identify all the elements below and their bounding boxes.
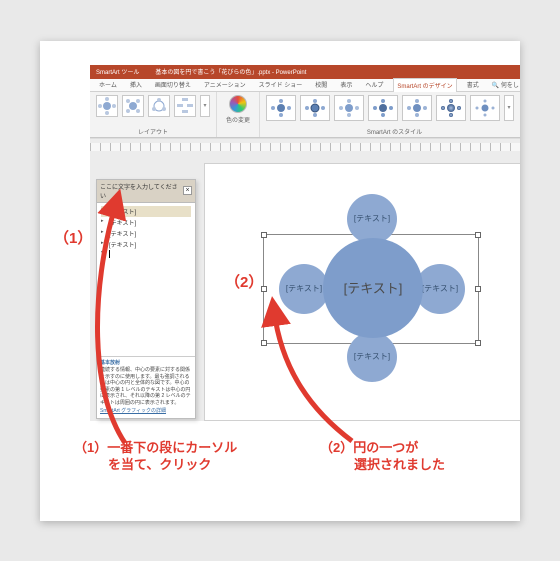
layout-more[interactable]: ▾ bbox=[200, 95, 210, 117]
text-pane-footer-body: 連続する情報、中心の要素に対する関係を示すのに使用します。最も強調されるのは中心… bbox=[100, 367, 192, 406]
color-wheel-icon bbox=[229, 95, 247, 113]
tab-review[interactable]: 校閲 bbox=[312, 78, 330, 91]
style-option[interactable] bbox=[470, 95, 500, 121]
group-styles: ▾ SmartArt のスタイル bbox=[260, 92, 520, 137]
ribbon: ▾ レイアウト 色の変更 ▾ SmartArt のスタイル bbox=[90, 92, 520, 138]
annotation-text-2-line1: （2）円の一つが bbox=[320, 440, 418, 455]
annotation-number-1: （1） bbox=[54, 227, 92, 248]
annotation-text-1: （1）一番下の段にカーソル を当て、クリック bbox=[74, 439, 237, 474]
annotation-text-1-line2: を当て、クリック bbox=[74, 456, 211, 474]
layout-option-2[interactable] bbox=[122, 95, 144, 117]
tab-view[interactable]: 表示 bbox=[337, 78, 355, 91]
smartart-node-center[interactable]: [テキスト] bbox=[323, 238, 423, 338]
ruler bbox=[90, 143, 520, 151]
text-pane-close[interactable]: × bbox=[183, 186, 192, 195]
style-option[interactable] bbox=[334, 95, 364, 121]
layout-group-label: レイアウト bbox=[96, 127, 210, 136]
tab-tellme[interactable]: 🔍 何をしますか bbox=[489, 78, 520, 91]
text-pane-header: ここに文字を入力してください × bbox=[97, 180, 195, 203]
title-bar: SmartArt ツール 基本の図を円で書こう「花びらの色」.pptx - Po… bbox=[90, 65, 520, 79]
smartart-node-left[interactable]: [テキスト] bbox=[279, 264, 329, 314]
style-option[interactable] bbox=[368, 95, 398, 121]
text-pane-footer-title: 基本放射 bbox=[100, 360, 192, 367]
smartart-graphic[interactable]: [テキスト] [テキスト] [テキスト] [テキスト] [テキスト] bbox=[245, 178, 505, 408]
text-pane-item[interactable]: [テキスト] bbox=[101, 239, 191, 250]
layout-option-1[interactable] bbox=[96, 95, 118, 117]
text-pane-footer-link[interactable]: SmartArt グラフィックの詳細 bbox=[100, 408, 166, 415]
tab-animations[interactable]: アニメーション bbox=[201, 78, 249, 91]
style-option[interactable] bbox=[266, 95, 296, 121]
slide-canvas[interactable]: [テキスト] [テキスト] [テキスト] [テキスト] [テキスト] bbox=[204, 163, 520, 421]
text-pane-item[interactable]: [テキスト] bbox=[101, 228, 191, 239]
tool-context: SmartArt ツール bbox=[96, 67, 139, 76]
resize-handle[interactable] bbox=[261, 232, 267, 238]
text-pane-caret-row[interactable] bbox=[101, 250, 191, 259]
smartart-node-bottom[interactable]: [テキスト] bbox=[347, 332, 397, 382]
color-change-button[interactable]: 色の変更 bbox=[223, 95, 253, 124]
resize-handle[interactable] bbox=[475, 232, 481, 238]
resize-handle[interactable] bbox=[261, 286, 267, 292]
text-pane-body[interactable]: [テキスト] [テキスト] [テキスト] [テキスト] bbox=[97, 203, 195, 262]
tab-smartart-design[interactable]: SmartArt のデザイン bbox=[393, 78, 456, 92]
layout-option-3[interactable] bbox=[148, 95, 170, 117]
resize-handle[interactable] bbox=[475, 286, 481, 292]
tab-slideshow[interactable]: スライド ショー bbox=[256, 78, 306, 91]
style-option[interactable] bbox=[436, 95, 466, 121]
document-area: ここに文字を入力してください × [テキスト] [テキスト] [テキスト] [テ… bbox=[90, 138, 520, 421]
smartart-text-pane[interactable]: ここに文字を入力してください × [テキスト] [テキスト] [テキスト] [テ… bbox=[96, 179, 196, 419]
annotation-text-2-line2: 選択されました bbox=[320, 456, 445, 474]
smartart-node-top[interactable]: [テキスト] bbox=[347, 194, 397, 244]
text-pane-footer: 基本放射 連続する情報、中心の要素に対する関係を示すのに使用します。最も強調され… bbox=[97, 356, 195, 418]
tab-home[interactable]: ホーム bbox=[96, 78, 120, 91]
text-pane-item[interactable]: [テキスト] bbox=[101, 206, 191, 217]
resize-handle[interactable] bbox=[475, 340, 481, 346]
text-caret-icon bbox=[109, 250, 110, 258]
tab-insert[interactable]: 挿入 bbox=[127, 78, 145, 91]
tellme-label: 何をしますか bbox=[501, 83, 520, 89]
group-color: 色の変更 bbox=[217, 92, 260, 137]
window-title: 基本の図を円で書こう「花びらの色」.pptx - PowerPoint bbox=[155, 67, 306, 76]
styles-more[interactable]: ▾ bbox=[504, 95, 514, 121]
tab-help[interactable]: ヘルプ bbox=[362, 78, 386, 91]
ribbon-tabs: ホーム 挿入 画面切り替え アニメーション スライド ショー 校閲 表示 ヘルプ… bbox=[90, 79, 520, 92]
color-change-label: 色の変更 bbox=[226, 115, 250, 124]
layout-option-4[interactable] bbox=[174, 95, 196, 117]
tab-format[interactable]: 書式 bbox=[464, 78, 482, 91]
style-option[interactable] bbox=[402, 95, 432, 121]
tab-transitions[interactable]: 画面切り替え bbox=[152, 78, 194, 91]
screenshot-frame: SmartArt ツール 基本の図を円で書こう「花びらの色」.pptx - Po… bbox=[40, 41, 520, 521]
annotation-text-1-line1: （1）一番下の段にカーソル bbox=[74, 440, 237, 455]
annotation-text-2: （2）円の一つが 選択されました bbox=[320, 439, 445, 474]
text-pane-title: ここに文字を入力してください bbox=[100, 182, 183, 200]
style-option[interactable] bbox=[300, 95, 330, 121]
resize-handle[interactable] bbox=[261, 340, 267, 346]
group-layout: ▾ レイアウト bbox=[90, 92, 217, 137]
text-pane-item[interactable]: [テキスト] bbox=[101, 217, 191, 228]
styles-group-label: SmartArt のスタイル bbox=[266, 127, 520, 136]
